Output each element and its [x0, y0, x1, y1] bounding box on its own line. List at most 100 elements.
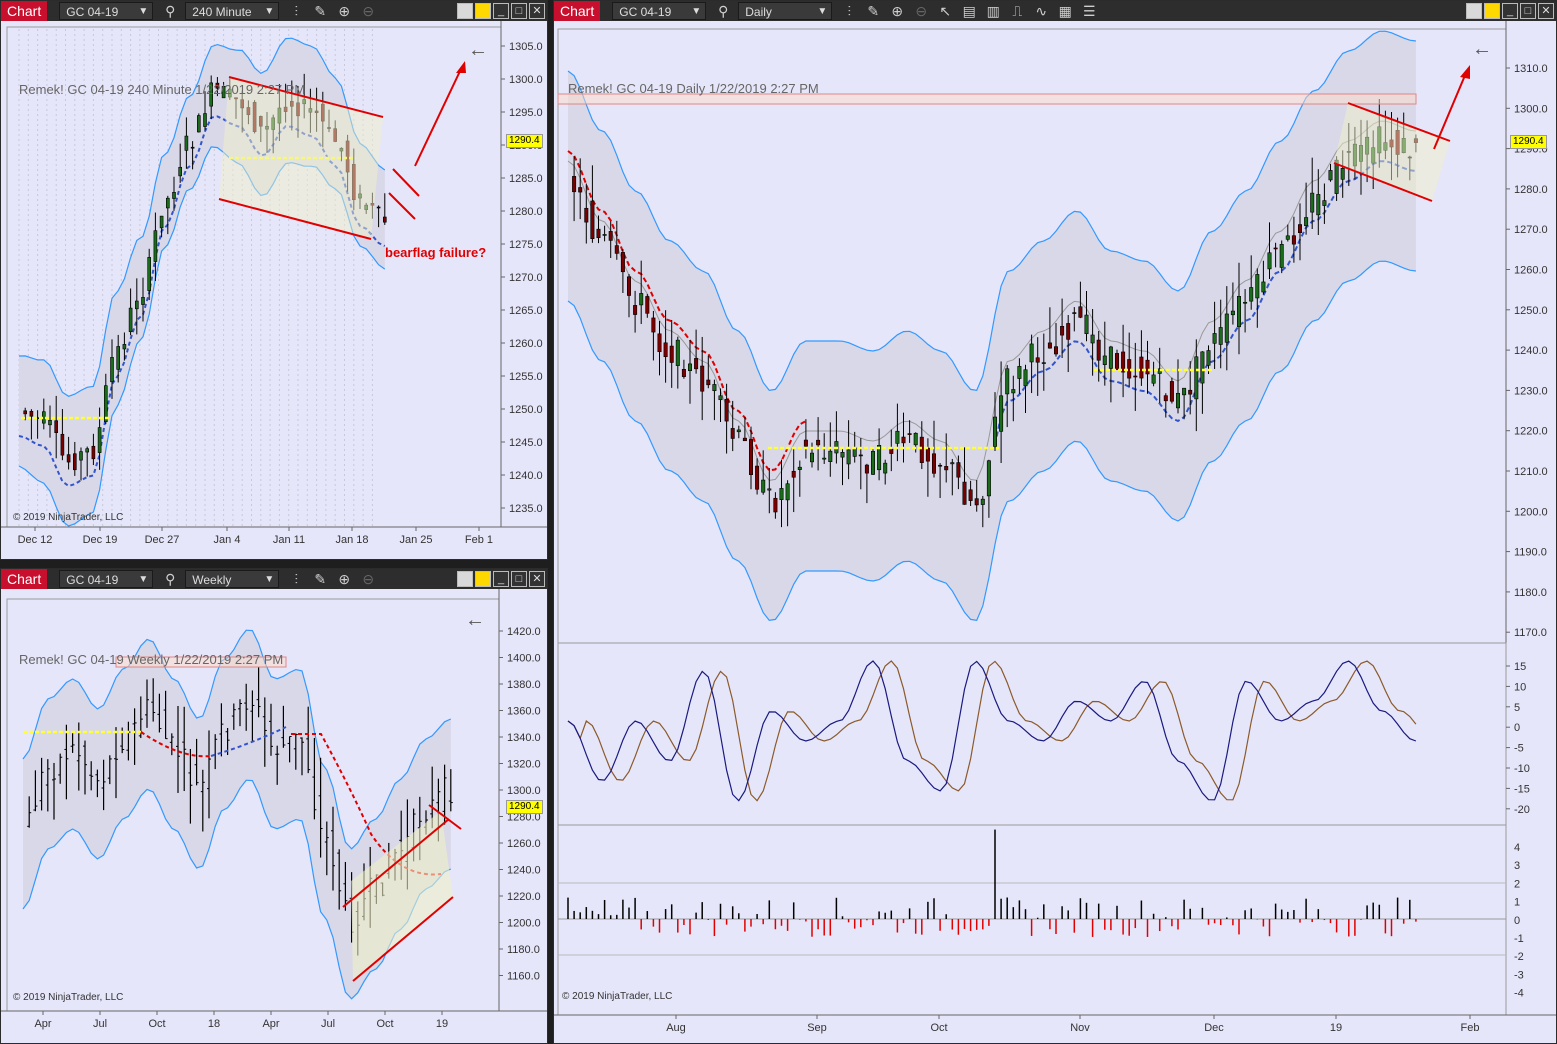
- candle-body: [1096, 339, 1101, 361]
- chart-toolbar: Chart GC 04-19 ▼ ⚲ Daily ▼ ⫶ ✎ ⊕ ⊖ ↖ ▤ ▥ ⎍…: [554, 1, 1556, 21]
- interval-selector[interactable]: Daily ▼: [738, 2, 833, 20]
- data-box-icon[interactable]: ▤: [962, 3, 976, 20]
- search-icon[interactable]: ⚲: [716, 3, 730, 20]
- candle-body: [197, 115, 201, 133]
- zoom-out-icon[interactable]: ⊖: [361, 571, 375, 588]
- maximize-button[interactable]: □: [511, 3, 527, 19]
- drawing-tool-icon[interactable]: ✎: [866, 3, 880, 20]
- back-arrow-icon[interactable]: ←: [465, 609, 485, 632]
- bar-type-icon[interactable]: ⫶: [842, 3, 856, 20]
- candle-body: [919, 436, 924, 463]
- chevron-down-icon: ▼: [138, 574, 149, 585]
- chart-tab[interactable]: Chart: [554, 1, 601, 21]
- price-axis-label: 1190.0: [1514, 547, 1547, 559]
- time-axis-label: Dec 27: [145, 534, 180, 546]
- vol-axis-label: 1: [1514, 897, 1520, 909]
- strategies-icon[interactable]: ⎍: [1010, 3, 1024, 20]
- drawing-tool-icon[interactable]: ✎: [313, 3, 327, 20]
- price-axis-label: 1300.0: [1514, 103, 1548, 115]
- candle-body: [895, 430, 900, 444]
- time-axis-label: 18: [208, 1018, 220, 1030]
- chart-tab[interactable]: Chart: [1, 1, 48, 21]
- close-button[interactable]: ✕: [529, 3, 545, 19]
- zoom-in-icon[interactable]: ⊕: [337, 3, 351, 20]
- link-color-button[interactable]: [1466, 3, 1482, 19]
- instrument-selector[interactable]: GC 04-19 ▼: [59, 570, 154, 588]
- interval-label: Weekly: [192, 573, 232, 587]
- vol-axis-label: -3: [1514, 969, 1524, 981]
- candle-body: [1316, 194, 1321, 216]
- back-arrow-icon[interactable]: ←: [468, 39, 488, 62]
- highlight-color-button[interactable]: [475, 3, 491, 19]
- candle-body: [1163, 395, 1168, 402]
- candle-body: [974, 498, 979, 506]
- interval-selector[interactable]: Weekly ▼: [185, 570, 280, 588]
- search-icon[interactable]: ⚲: [163, 3, 177, 20]
- time-axis-label: 19: [1330, 1022, 1342, 1034]
- candle-body: [1041, 362, 1046, 364]
- candle-body: [889, 448, 894, 454]
- price-axis-label: 1245.0: [509, 437, 543, 449]
- price-axis-label: 1400.0: [507, 653, 541, 665]
- link-color-button[interactable]: [457, 571, 473, 587]
- drawing-tool-icon[interactable]: ✎: [313, 571, 327, 588]
- price-axis-label: 1295.0: [509, 107, 543, 119]
- interval-selector[interactable]: 240 Minute ▼: [185, 2, 280, 20]
- last-price-tag: 1290.4: [506, 800, 543, 814]
- candle-body: [822, 457, 827, 460]
- candle-body: [1011, 389, 1016, 394]
- time-axis-label: Nov: [1070, 1022, 1090, 1034]
- price-axis-label: 1380.0: [507, 679, 541, 691]
- candle-body: [141, 297, 145, 305]
- price-chart[interactable]: 1310.01300.01290.01280.01270.01260.01250…: [554, 21, 1556, 1043]
- price-axis-label: 1270.0: [509, 272, 543, 284]
- candle-body: [1279, 244, 1284, 268]
- pointer-icon[interactable]: ↖: [938, 3, 952, 20]
- bar-type-icon[interactable]: ⫶: [289, 3, 303, 20]
- candle-body: [60, 433, 65, 456]
- instrument-selector[interactable]: GC 04-19 ▼: [612, 2, 707, 20]
- search-icon[interactable]: ⚲: [163, 571, 177, 588]
- zoom-out-icon[interactable]: ⊖: [361, 3, 375, 20]
- back-arrow-icon[interactable]: ←: [1472, 38, 1492, 61]
- chart-toolbar: Chart GC 04-19 ▼ ⚲ Weekly ▼ ⫶ ✎ ⊕ ⊖ _ □ ✕: [1, 569, 547, 589]
- close-button[interactable]: ✕: [1538, 3, 1554, 19]
- candle-body: [907, 433, 912, 435]
- link-color-button[interactable]: [457, 3, 473, 19]
- indicators-icon[interactable]: ∿: [1034, 3, 1048, 20]
- properties-icon[interactable]: ▦: [1058, 3, 1072, 20]
- maximize-button[interactable]: □: [511, 571, 527, 587]
- zoom-in-icon[interactable]: ⊕: [890, 3, 904, 20]
- candle-body: [779, 488, 784, 500]
- price-chart[interactable]: 1305.01300.01295.01290.01285.01280.01275…: [1, 21, 547, 559]
- highlight-color-button[interactable]: [475, 571, 491, 587]
- candle-body: [91, 445, 96, 460]
- candle-body: [1182, 387, 1187, 396]
- maximize-button[interactable]: □: [1520, 3, 1536, 19]
- chart-tab[interactable]: Chart: [1, 569, 48, 589]
- candle-body: [1188, 389, 1193, 395]
- candle-body: [639, 293, 644, 306]
- templates-icon[interactable]: ▥: [986, 3, 1000, 20]
- candle-body: [1102, 355, 1107, 365]
- price-axis-label: 1180.0: [1514, 587, 1547, 599]
- bar-type-icon[interactable]: ⫶: [289, 571, 303, 588]
- minimize-button[interactable]: _: [493, 571, 509, 587]
- candle-body: [178, 166, 182, 177]
- highlight-color-button[interactable]: [1484, 3, 1500, 19]
- candle-body: [590, 200, 595, 240]
- chart-title: Remek! GC 04-19 240 Minute 1/22/2019 2:2…: [19, 82, 306, 97]
- candle-body: [153, 230, 158, 262]
- time-axis-label: Feb: [1461, 1022, 1480, 1034]
- zoom-in-icon[interactable]: ⊕: [337, 571, 351, 588]
- close-button[interactable]: ✕: [529, 571, 545, 587]
- minimize-button[interactable]: _: [493, 3, 509, 19]
- zoom-out-icon[interactable]: ⊖: [914, 3, 928, 20]
- candle-body: [950, 462, 955, 465]
- price-axis-label: 1200.0: [1514, 506, 1548, 518]
- candle-body: [633, 305, 638, 315]
- price-axis-label: 1280.0: [509, 206, 543, 218]
- menu-icon[interactable]: ☰: [1082, 3, 1096, 20]
- minimize-button[interactable]: _: [1502, 3, 1518, 19]
- instrument-selector[interactable]: GC 04-19 ▼: [59, 2, 154, 20]
